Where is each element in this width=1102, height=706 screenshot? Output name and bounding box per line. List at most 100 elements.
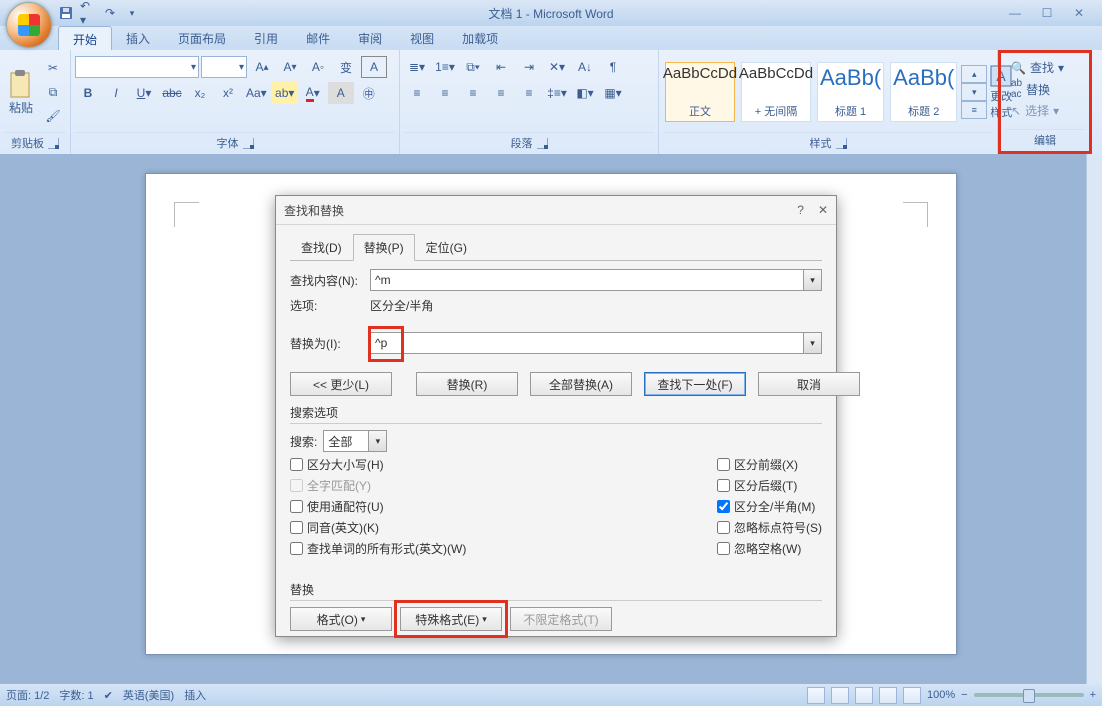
chk-prefix[interactable]: 区分前缀(X)	[717, 456, 822, 473]
enclose-button[interactable]: ㊥	[356, 82, 382, 104]
tab-home[interactable]: 开始	[58, 26, 112, 50]
shading-button[interactable]: ◧▾	[572, 82, 598, 104]
find-input[interactable]: ^m▾	[370, 269, 822, 291]
borders-button[interactable]: ▦▾	[600, 82, 626, 104]
tab-view[interactable]: 视图	[396, 26, 448, 50]
search-dir-combo[interactable]: 全部▾	[323, 430, 387, 452]
chk-punct[interactable]: 忽略标点符号(S)	[717, 519, 822, 536]
copy-icon[interactable]: ⧉	[40, 81, 66, 103]
indent-dec-button[interactable]: ⇤	[488, 56, 514, 78]
status-mode[interactable]: 插入	[184, 687, 206, 703]
grow-font-icon[interactable]: A▴	[249, 56, 275, 78]
align-right-button[interactable]: ≡	[460, 82, 486, 104]
zoom-value[interactable]: 100%	[927, 689, 955, 701]
superscript-button[interactable]: x²	[215, 82, 241, 104]
chk-case[interactable]: 区分大小写(H)	[290, 456, 466, 473]
strike-button[interactable]: abc	[159, 82, 185, 104]
font-name-combo[interactable]: ▾	[75, 56, 199, 78]
cancel-button[interactable]: 取消	[758, 372, 860, 396]
char-border-icon[interactable]: A	[361, 56, 387, 78]
replace-dropdown-icon[interactable]: ▾	[803, 333, 821, 353]
italic-button[interactable]: I	[103, 82, 129, 104]
line-spacing-button[interactable]: ‡≡▾	[544, 82, 570, 104]
bold-button[interactable]: B	[75, 82, 101, 104]
style-nospacing[interactable]: AaBbCcDd+ 无间隔	[741, 62, 811, 122]
office-button[interactable]	[6, 2, 52, 48]
tab-addin[interactable]: 加载项	[448, 26, 512, 50]
subscript-button[interactable]: x₂	[187, 82, 213, 104]
chk-suffix[interactable]: 区分后缀(T)	[717, 477, 822, 494]
zoom-out-icon[interactable]: −	[961, 689, 967, 701]
chk-width[interactable]: 区分全/半角(M)	[717, 498, 822, 515]
find-button[interactable]: 🔍查找 ▾	[1011, 59, 1079, 76]
tab-insert[interactable]: 插入	[112, 26, 164, 50]
asian-layout-button[interactable]: ✕▾	[544, 56, 570, 78]
styles-launcher[interactable]	[836, 138, 847, 149]
underline-button[interactable]: U ▾	[131, 82, 157, 104]
bullets-button[interactable]: ≣▾	[404, 56, 430, 78]
dialog-help-icon[interactable]: ?	[797, 203, 804, 217]
align-center-button[interactable]: ≡	[432, 82, 458, 104]
view-fullscreen[interactable]	[831, 687, 849, 704]
zoom-slider[interactable]	[974, 693, 1084, 697]
chk-forms[interactable]: 查找单词的所有形式(英文)(W)	[290, 540, 466, 557]
change-case-button[interactable]: Aa▾	[243, 82, 270, 104]
search-dir-dropdown-icon[interactable]: ▾	[368, 431, 386, 451]
multilevel-button[interactable]: ⧉▾	[460, 56, 486, 78]
chk-wildcard[interactable]: 使用通配符(U)	[290, 498, 466, 515]
tab-layout[interactable]: 页面布局	[164, 26, 240, 50]
zoom-in-icon[interactable]: +	[1090, 689, 1096, 701]
sort-button[interactable]: A↓	[572, 56, 598, 78]
select-button[interactable]: ↖选择 ▾	[1011, 102, 1079, 119]
chk-sounds[interactable]: 同音(英文)(K)	[290, 519, 466, 536]
find-next-button[interactable]: 查找下一处(F)	[644, 372, 746, 396]
align-left-button[interactable]: ≡	[404, 82, 430, 104]
tab-review[interactable]: 审阅	[344, 26, 396, 50]
view-draft[interactable]	[903, 687, 921, 704]
format-painter-icon[interactable]: 🖌	[40, 105, 66, 127]
clipboard-launcher[interactable]	[48, 138, 59, 149]
clear-format-icon[interactable]: A◦	[305, 56, 331, 78]
replace-one-button[interactable]: 替换(R)	[416, 372, 518, 396]
distribute-button[interactable]: ≡	[516, 82, 542, 104]
status-words[interactable]: 字数: 1	[59, 687, 93, 703]
style-h1[interactable]: AaBb(标题 1	[817, 62, 884, 122]
proofing-icon[interactable]: ✔	[104, 689, 113, 702]
replace-all-button[interactable]: 全部替换(A)	[530, 372, 632, 396]
less-button[interactable]: << 更少(L)	[290, 372, 392, 396]
style-h2[interactable]: AaBb(标题 2	[890, 62, 957, 122]
tab-mail[interactable]: 邮件	[292, 26, 344, 50]
indent-inc-button[interactable]: ⇥	[516, 56, 542, 78]
format-button[interactable]: 格式(O)▾	[290, 607, 392, 631]
view-outline[interactable]	[879, 687, 897, 704]
style-normal[interactable]: AaBbCcDd正文	[665, 62, 735, 122]
font-color-button[interactable]: A▾	[300, 82, 326, 104]
tab-ref[interactable]: 引用	[240, 26, 292, 50]
justify-button[interactable]: ≡	[488, 82, 514, 104]
char-shading-button[interactable]: A	[328, 82, 354, 104]
highlight-button[interactable]: ab▾	[272, 82, 298, 104]
cut-icon[interactable]: ✂	[40, 57, 66, 79]
show-marks-button[interactable]: ¶	[600, 56, 626, 78]
status-page[interactable]: 页面: 1/2	[6, 687, 49, 703]
dlg-tab-replace[interactable]: 替换(P)	[353, 234, 415, 261]
styles-scroll-down[interactable]: ▾	[961, 83, 987, 101]
font-launcher[interactable]	[243, 138, 254, 149]
para-launcher[interactable]	[537, 138, 548, 149]
replace-input[interactable]: ^p ▾	[370, 332, 822, 354]
find-dropdown-icon[interactable]: ▾	[803, 270, 821, 290]
styles-more[interactable]: ≡	[961, 101, 987, 119]
chk-space[interactable]: 忽略空格(W)	[717, 540, 822, 557]
styles-scroll-up[interactable]: ▴	[961, 65, 987, 83]
paste-button[interactable]: 粘贴	[4, 57, 38, 127]
shrink-font-icon[interactable]: A▾	[277, 56, 303, 78]
vertical-scrollbar[interactable]	[1086, 154, 1102, 684]
numbering-button[interactable]: 1≡▾	[432, 56, 458, 78]
dlg-tab-goto[interactable]: 定位(G)	[415, 234, 478, 261]
replace-button[interactable]: abac替换	[1011, 78, 1079, 100]
dlg-tab-find[interactable]: 查找(D)	[290, 234, 353, 261]
view-print-layout[interactable]	[807, 687, 825, 704]
view-web[interactable]	[855, 687, 873, 704]
font-size-combo[interactable]: ▾	[201, 56, 247, 78]
phonetic-icon[interactable]: 变	[333, 56, 359, 78]
